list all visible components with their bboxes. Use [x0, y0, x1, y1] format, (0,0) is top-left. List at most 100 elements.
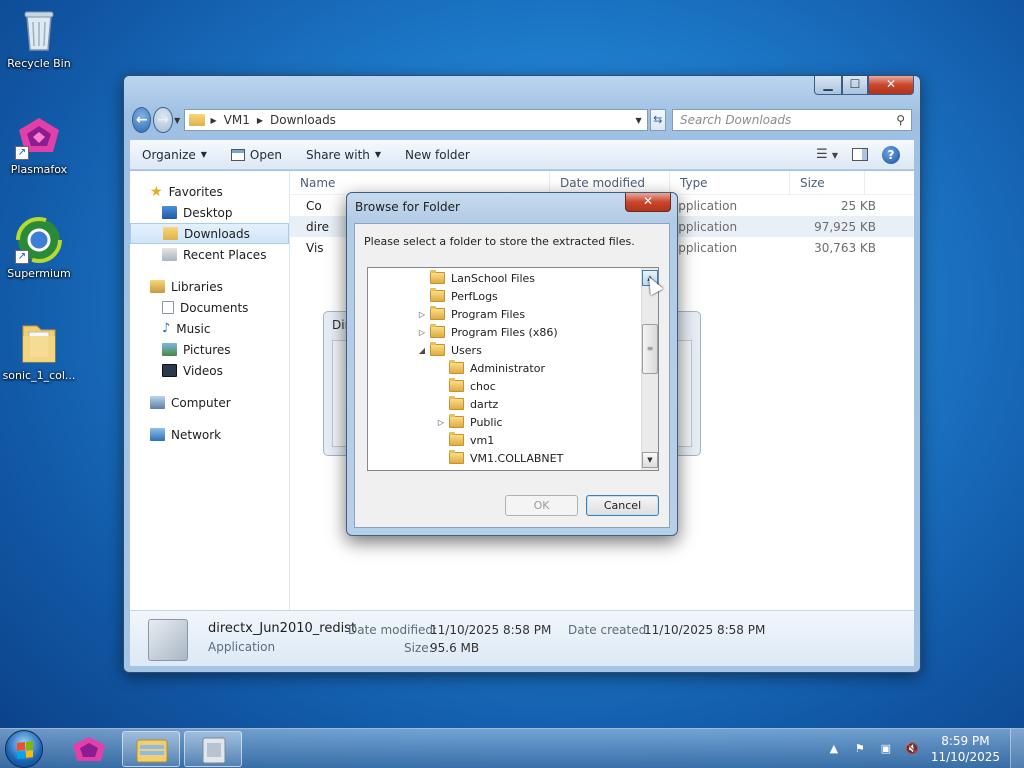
taskbar-plasmafox[interactable]	[60, 731, 118, 767]
tree-item-administrator[interactable]: Administrator	[433, 359, 545, 377]
scroll-thumb[interactable]: ≡	[642, 324, 658, 374]
maximize-button[interactable]: ☐	[842, 76, 868, 95]
search-input[interactable]: Search Downloads ⚲	[672, 109, 913, 131]
downloads-folder-icon	[163, 227, 178, 240]
desktop-icon-plasmafox[interactable]: ↗ Plasmafox	[0, 112, 78, 176]
show-desktop-button[interactable]	[1010, 729, 1024, 768]
desktop-icon-label: Supermium	[7, 267, 71, 280]
refresh-button[interactable]: ⇆	[649, 109, 667, 131]
tree-item-label: Program Files (x86)	[451, 325, 558, 339]
supermium-icon: ↗	[15, 216, 63, 264]
column-type[interactable]: Type	[670, 170, 790, 195]
nav-label: Videos	[183, 363, 223, 378]
videos-icon	[162, 364, 177, 377]
plasmafox-icon	[73, 737, 105, 761]
tree-item-lanschool-files[interactable]: LanSchool Files	[414, 269, 535, 287]
dialog-close-button[interactable]: ✕	[625, 193, 671, 212]
new-folder-button[interactable]: New folder	[393, 148, 482, 162]
open-button[interactable]: Open	[219, 148, 294, 162]
taskbar-directx-setup[interactable]	[184, 731, 242, 767]
column-size[interactable]: Size	[790, 170, 865, 195]
tree-item-users[interactable]: ◢ Users	[414, 341, 482, 359]
dialog-title: Browse for Folder	[355, 200, 460, 214]
scroll-down-button[interactable]: ▼	[642, 452, 658, 468]
desktop-icon-supermium[interactable]: ↗ Supermium	[0, 216, 78, 280]
folder-icon	[449, 414, 464, 428]
browse-for-folder-dialog: Browse for Folder ✕ Please select a fold…	[346, 192, 678, 536]
taskbar-explorer[interactable]	[122, 731, 180, 767]
preview-pane-icon[interactable]	[852, 148, 868, 161]
minimize-button[interactable]: ▁	[814, 76, 842, 95]
back-button[interactable]: ←	[132, 107, 152, 133]
volume-icon[interactable]: 🔇	[904, 741, 920, 757]
expand-arrow-icon[interactable]: ▷	[414, 310, 430, 319]
tree-item-vm1[interactable]: vm1	[433, 431, 494, 449]
breadcrumb-vm1[interactable]: VM1	[224, 113, 250, 127]
nav-documents[interactable]: Documents	[130, 297, 289, 318]
nav-network[interactable]: Network	[130, 424, 289, 445]
toolbar-right: ☰ ▼ ?	[816, 145, 914, 164]
column-name[interactable]: Name	[290, 170, 550, 195]
close-button[interactable]: ✕	[868, 76, 914, 95]
details-size-label: Size:	[404, 641, 433, 655]
breadcrumb-downloads[interactable]: Downloads	[270, 113, 336, 127]
ok-button[interactable]: OK	[505, 495, 578, 516]
address-bar[interactable]: ▶ VM1 ▶ Downloads ▼	[183, 109, 648, 131]
tree-item-label: choc	[470, 379, 496, 393]
tree-item-public[interactable]: ▷ Public	[433, 413, 503, 431]
start-button[interactable]	[5, 730, 43, 768]
folder-icon	[449, 360, 464, 374]
nav-libraries[interactable]: Libraries	[130, 276, 289, 297]
nav-pictures[interactable]: Pictures	[130, 339, 289, 360]
tree-item-program-files-x86[interactable]: ▷ Program Files (x86)	[414, 323, 558, 341]
show-hidden-icons-icon[interactable]: ▲	[826, 741, 842, 757]
clock[interactable]: 8:59 PM 11/10/2025	[925, 733, 1010, 765]
collapse-arrow-icon[interactable]: ◢	[414, 346, 430, 355]
tree-item-choc[interactable]: choc	[433, 377, 496, 395]
share-with-button[interactable]: Share with ▼	[294, 148, 393, 162]
expand-arrow-icon[interactable]: ▷	[414, 328, 430, 337]
desktop-icon-sonic-folder[interactable]: sonic_1_col...	[0, 318, 78, 382]
tree-scrollbar[interactable]: ▲ ≡ ▼	[641, 268, 658, 470]
address-dropdown-icon[interactable]: ▼	[631, 116, 647, 125]
nav-desktop[interactable]: Desktop	[130, 202, 289, 223]
nav-computer[interactable]: Computer	[130, 392, 289, 413]
computer-icon	[150, 396, 165, 409]
nav-label: Computer	[171, 395, 231, 410]
network-icon[interactable]: ▣	[878, 741, 894, 757]
forward-button[interactable]: →	[153, 107, 173, 133]
details-pane: directx_Jun2010_redist Application Date …	[130, 610, 914, 666]
tree-item-dartz[interactable]: dartz	[433, 395, 498, 413]
nav-label: Desktop	[183, 205, 233, 220]
nav-label: Libraries	[171, 279, 223, 294]
tree-item-perflogs[interactable]: PerfLogs	[414, 287, 498, 305]
new-folder-label: New folder	[405, 147, 470, 162]
nav-downloads[interactable]: Downloads	[130, 223, 289, 244]
nav-music[interactable]: ♪ Music	[130, 318, 289, 339]
expand-arrow-icon[interactable]: ▷	[433, 418, 449, 427]
tree-item-label: LanSchool Files	[451, 271, 535, 285]
tree-item-label: Public	[470, 415, 503, 429]
nav-recent-places[interactable]: Recent Places	[130, 244, 289, 265]
caret-down-icon: ▼	[200, 150, 207, 159]
network-icon	[150, 428, 165, 441]
tree-item-program-files[interactable]: ▷ Program Files	[414, 305, 525, 323]
cancel-button[interactable]: Cancel	[586, 495, 659, 516]
navigation-pane: ★ Favorites Desktop Downloads Recent Pla…	[130, 171, 290, 610]
shortcut-arrow-icon: ↗	[15, 146, 29, 160]
action-center-flag-icon[interactable]: ⚑	[852, 741, 868, 757]
nav-videos[interactable]: Videos	[130, 360, 289, 381]
tree-item-vm1-collabnet[interactable]: VM1.COLLABNET	[433, 449, 563, 467]
chevron-right-icon: ▶	[256, 115, 264, 125]
details-file-name: directx_Jun2010_redist	[208, 621, 357, 636]
views-button[interactable]: ☰ ▼	[816, 147, 838, 162]
desktop-icon-recycle-bin[interactable]: Recycle Bin	[0, 6, 78, 70]
details-file-type: Application	[208, 640, 276, 654]
help-icon[interactable]: ?	[882, 145, 900, 164]
clock-time: 8:59 PM	[941, 734, 990, 748]
recent-pages-dropdown[interactable]: ▼	[173, 116, 182, 125]
window-icon	[230, 148, 245, 161]
nav-favorites[interactable]: ★ Favorites	[130, 181, 289, 202]
organize-button[interactable]: Organize ▼	[130, 148, 219, 162]
column-date-modified[interactable]: Date modified	[550, 170, 670, 195]
